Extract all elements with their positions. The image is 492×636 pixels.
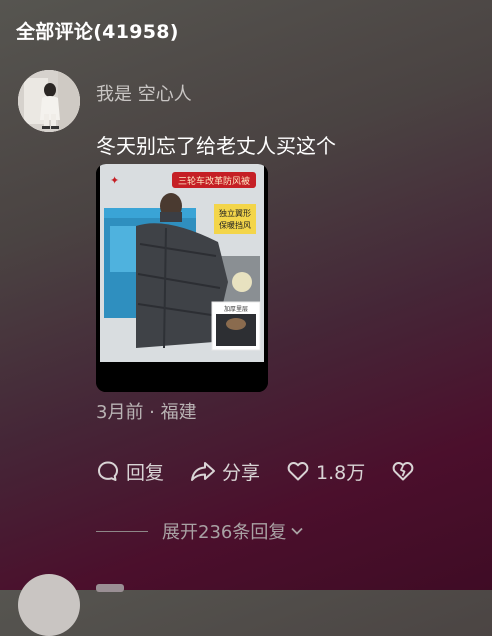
share-icon (191, 462, 216, 481)
heart-icon (287, 462, 309, 481)
product-photo: 三轮车改革防风被 ✦ 独立翼形 保暖挡风 加厚里层 (96, 164, 268, 392)
share-label: 分享 (222, 461, 261, 484)
comment-username[interactable]: 我是 空心人 (96, 80, 192, 106)
comment-actions: 回复 分享 1.8万 (96, 456, 447, 486)
tag-line-1: 独立翼形 (219, 208, 251, 218)
next-comment-username[interactable] (96, 584, 124, 592)
comment-meta: 3月前 · 福建 (96, 402, 197, 423)
tag-line-2: 保暖挡风 (219, 220, 251, 230)
expand-replies-label: 展开236条回复 (162, 522, 287, 543)
share-button[interactable]: 分享 (190, 458, 260, 485)
like-count: 1.8万 (316, 461, 366, 484)
comment-image[interactable]: 三轮车改革防风被 ✦ 独立翼形 保暖挡风 加厚里层 (96, 164, 268, 392)
avatar[interactable] (18, 70, 80, 132)
banner-text: 三轮车改革防风被 (178, 175, 250, 187)
expand-replies-button[interactable]: 展开236条回复 (96, 518, 304, 544)
svg-text:✦: ✦ (110, 174, 119, 187)
avatar-image (18, 70, 80, 132)
chevron-down-icon (291, 527, 303, 535)
comment-text: 冬天别忘了给老丈人买这个 (96, 134, 336, 158)
comments-header-title: 全部评论(41958) (16, 21, 179, 43)
reply-icon (98, 461, 118, 481)
reply-label: 回复 (126, 461, 165, 484)
detail-label: 加厚里层 (224, 305, 248, 313)
divider-line (96, 530, 148, 532)
next-comment-avatar[interactable] (18, 574, 80, 636)
like-button[interactable]: 1.8万 (286, 458, 365, 485)
broken-heart-icon (392, 462, 414, 481)
dislike-button[interactable] (391, 459, 421, 483)
reply-button[interactable]: 回复 (96, 458, 164, 485)
